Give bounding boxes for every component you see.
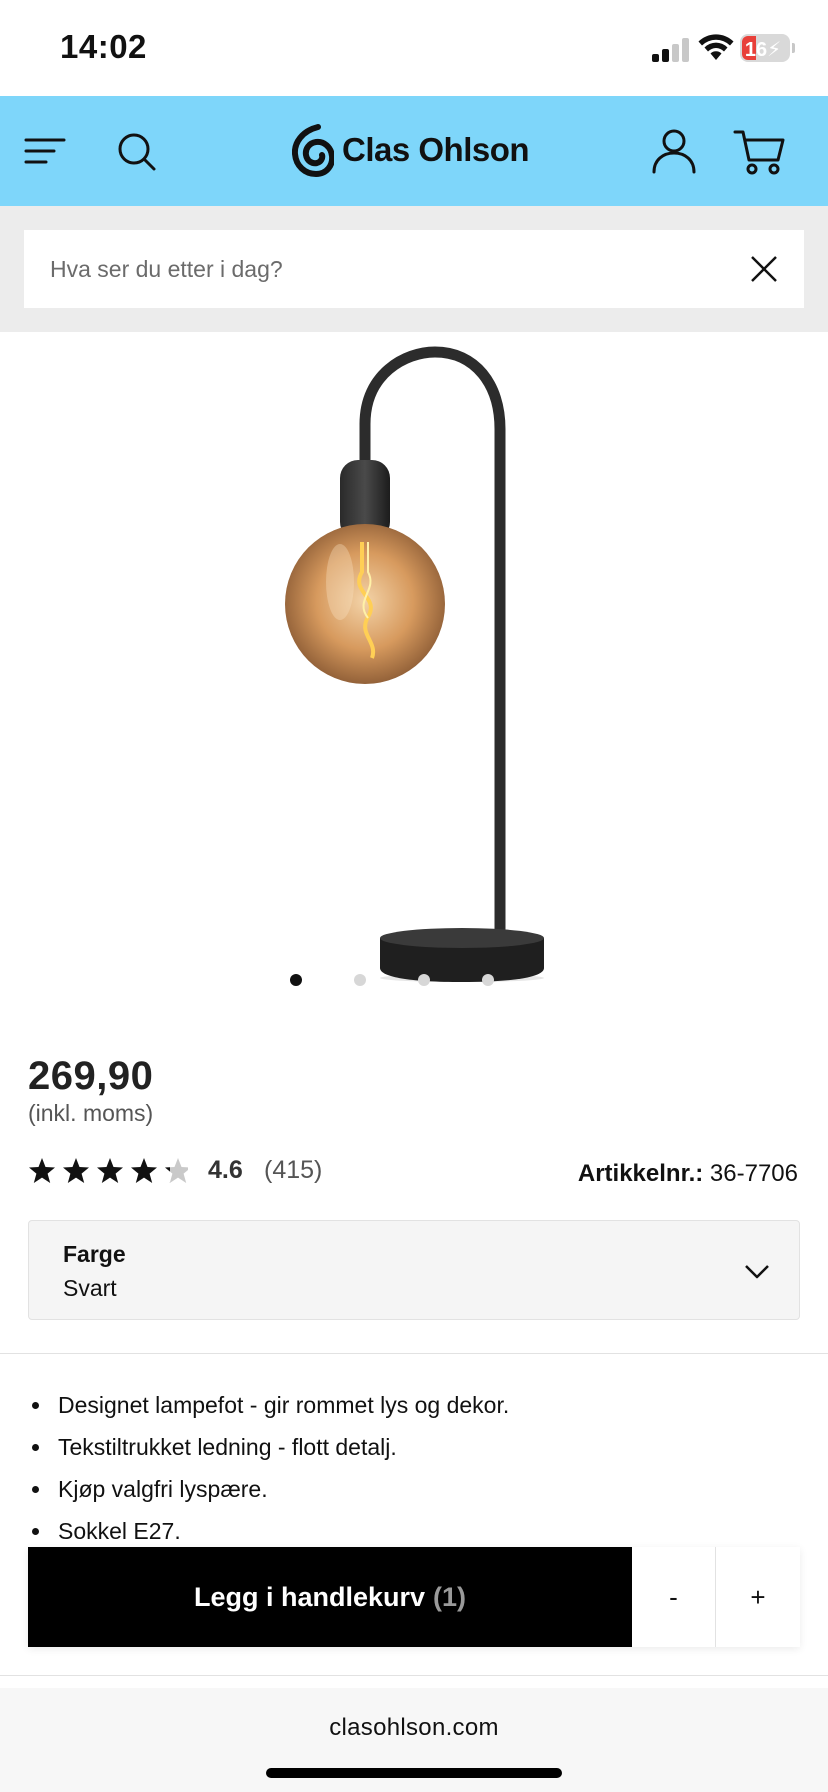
color-dropdown[interactable]: Farge Svart bbox=[28, 1220, 800, 1320]
url-text[interactable]: clasohlson.com bbox=[0, 1714, 828, 1742]
add-to-cart-quantity: (1) bbox=[433, 1581, 467, 1612]
clas-ohlson-logo[interactable]: Clas Ohlson bbox=[292, 122, 530, 178]
vat-note: (inkl. moms) bbox=[28, 1100, 154, 1126]
gallery-dot[interactable] bbox=[418, 974, 430, 986]
feature-item: Kjøp valgfri lyspære. bbox=[28, 1468, 808, 1510]
home-indicator[interactable] bbox=[266, 1768, 562, 1778]
feature-list: Designet lampefot - gir rommet lys og de… bbox=[28, 1384, 808, 1552]
battery-icon: 16⚡ bbox=[740, 34, 790, 62]
star-icon bbox=[131, 1158, 157, 1183]
status-bar: 14:02 16⚡ bbox=[0, 0, 828, 96]
cart-icon[interactable] bbox=[732, 126, 788, 178]
search-input[interactable] bbox=[50, 230, 710, 308]
product-gallery[interactable] bbox=[0, 332, 828, 1012]
divider bbox=[0, 1353, 828, 1354]
decrease-quantity-button[interactable]: - bbox=[632, 1547, 716, 1647]
gallery-pagination bbox=[280, 974, 520, 994]
product-price: 269,90 bbox=[28, 1054, 154, 1098]
add-to-cart-bar: Legg i handlekurv (1) - + bbox=[28, 1547, 800, 1647]
article-number-value: 36-7706 bbox=[709, 1160, 798, 1187]
increase-quantity-button[interactable]: + bbox=[716, 1547, 800, 1647]
add-to-cart-button[interactable]: Legg i handlekurv (1) bbox=[28, 1547, 632, 1647]
battery-nub bbox=[792, 43, 795, 53]
color-value: Svart bbox=[63, 1275, 117, 1301]
hamburger-menu-icon[interactable] bbox=[22, 126, 72, 176]
close-icon[interactable] bbox=[748, 253, 780, 285]
rating-stars[interactable] bbox=[28, 1154, 188, 1186]
cellular-signal-icon bbox=[652, 38, 690, 62]
article-number-label: Artikkelnr.: bbox=[577, 1160, 704, 1187]
star-icon bbox=[97, 1158, 123, 1183]
gallery-dot[interactable] bbox=[354, 974, 366, 986]
gallery-dot[interactable] bbox=[290, 974, 302, 986]
article-number: Artikkelnr.: 36-7706 bbox=[578, 1160, 798, 1188]
feature-item: Sokkel E27. bbox=[28, 1510, 808, 1552]
status-time: 14:02 bbox=[60, 28, 147, 65]
user-icon[interactable] bbox=[648, 126, 700, 178]
gallery-dot[interactable] bbox=[482, 974, 494, 986]
logo-mark-icon bbox=[292, 124, 334, 177]
rating-count[interactable]: (415) bbox=[264, 1156, 322, 1185]
divider bbox=[0, 1675, 828, 1676]
star-icon bbox=[29, 1158, 55, 1183]
search-icon[interactable] bbox=[112, 126, 162, 176]
battery-percent: 16⚡ bbox=[744, 39, 782, 61]
rating-value: 4.6 bbox=[208, 1156, 243, 1184]
wifi-icon bbox=[698, 34, 734, 60]
site-header: Clas Ohlson bbox=[0, 96, 828, 206]
logo-text: Clas Ohlson bbox=[342, 131, 530, 168]
star-icon bbox=[165, 1158, 188, 1183]
feature-item: Tekstiltrukket ledning - flott detalj. bbox=[28, 1426, 808, 1468]
product-image-lamp bbox=[285, 346, 544, 982]
star-icon bbox=[63, 1158, 89, 1183]
search-area bbox=[0, 206, 828, 332]
add-to-cart-label: Legg i handlekurv bbox=[193, 1581, 426, 1612]
search-box bbox=[24, 230, 804, 308]
color-label: Farge bbox=[63, 1241, 126, 1267]
feature-item: Designet lampefot - gir rommet lys og de… bbox=[28, 1384, 808, 1426]
browser-url-bar[interactable]: clasohlson.com bbox=[0, 1688, 828, 1792]
chevron-down-icon bbox=[745, 1265, 769, 1279]
